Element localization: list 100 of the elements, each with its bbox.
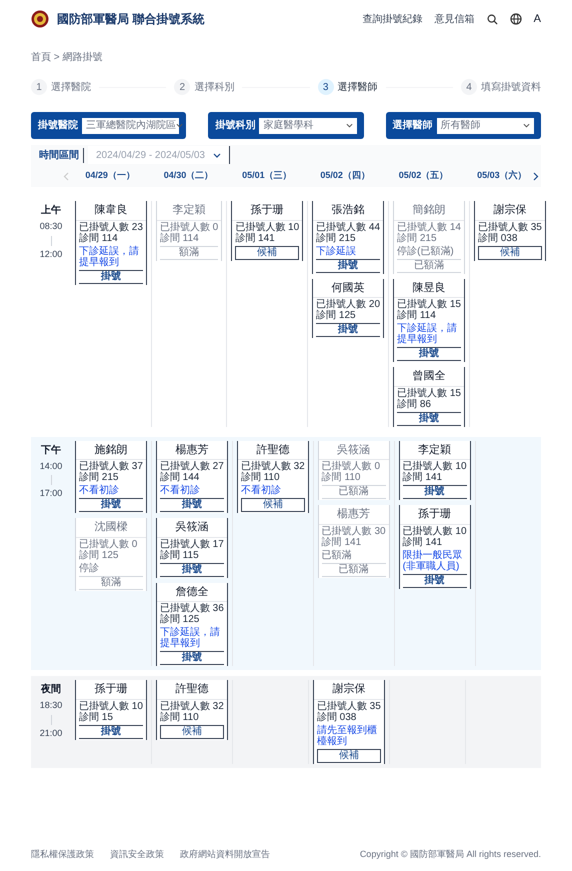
doctor-name: 許聖德 (175, 682, 208, 697)
emblem-logo-icon (31, 10, 49, 28)
doctor-name: 詹德全 (175, 584, 208, 600)
doctor-name: 李定穎 (172, 202, 206, 218)
doctor-name: 沈國樑 (94, 520, 128, 535)
room-number: 診間 125 (316, 310, 357, 321)
doctor-name: 謝宗保 (493, 202, 526, 218)
patient-count: 已掛號人數 10 (402, 461, 467, 472)
select-field[interactable]: 三軍總醫院內湖院區 (82, 118, 180, 134)
end-time: 12:00 (40, 248, 62, 260)
doctor-name: 陳韋良 (94, 202, 128, 218)
patient-count: 已掛號人數 10 (79, 700, 143, 712)
doctor-name: 楊惠芳 (175, 442, 208, 458)
filter-label: 掛號科別 (215, 118, 256, 133)
doctor-name: 簡銘朗 (412, 202, 446, 218)
search-icon[interactable] (486, 14, 498, 24)
register-button[interactable]: 掛號 (402, 574, 467, 588)
room-number: 診間 141 (402, 536, 444, 548)
room-number: 診間 125 (79, 550, 120, 560)
waitlist-button[interactable]: 候補 (478, 246, 542, 260)
room-number: 診間 215 (397, 232, 438, 244)
start-time: 14:00 (40, 460, 62, 472)
patient-count: 已掛號人數 20 (316, 299, 380, 310)
footer-link[interactable]: 隱私權保護政策 (31, 848, 94, 861)
register-button[interactable]: 掛號 (397, 347, 461, 361)
site-title: 國防部軍醫局 聯合掛號系統 (57, 11, 204, 28)
doctor-name: 謝宗保 (332, 682, 366, 697)
end-time: 17:00 (40, 487, 62, 500)
footer-link[interactable]: 資訊安全政策 (110, 848, 164, 861)
clinic-note: 已額滿 (322, 550, 353, 560)
date-range-label: 時間區間 (39, 148, 84, 162)
patient-count: 已掛號人數 32 (240, 461, 305, 472)
register-button[interactable]: 掛號 (160, 651, 224, 665)
select-field[interactable]: 家庭醫學科 (259, 118, 357, 134)
patient-count: 已掛號人數 23 (79, 222, 143, 232)
clinic-note: 停診 (79, 562, 100, 574)
doctor-name: 楊惠芳 (337, 506, 370, 522)
register-button[interactable]: 掛號 (160, 562, 224, 576)
room-number: 診間 114 (160, 232, 200, 244)
room-number: 診間 141 (402, 472, 444, 483)
clinic-note: 請先至報到櫃檯報到 (316, 724, 378, 746)
patient-count: 已掛號人數 35 (316, 700, 381, 712)
waitlist-button[interactable]: 候補 (160, 724, 224, 738)
nav-link[interactable]: 意見信箱 (434, 12, 475, 26)
room-number: 診間 110 (160, 712, 200, 722)
chevron-down-icon (346, 123, 353, 128)
room-number: 診間 114 (79, 232, 119, 244)
breadcrumb: 首頁 > 網路掛號 (31, 52, 102, 63)
patient-count: 已掛號人數 10 (402, 526, 467, 536)
waitlist-button[interactable]: 候補 (235, 246, 300, 260)
patient-count: 已掛號人數 10 (235, 222, 300, 232)
room-number: 診間 038 (316, 712, 358, 722)
patient-count: 已掛號人數 36 (160, 603, 224, 614)
date-column-header: 05/01（三） (242, 169, 292, 182)
clinic-note: 限掛一般民眾(非軍職人員) (402, 550, 464, 572)
register-button[interactable]: 掛號 (316, 323, 380, 337)
clinic-note: 不看初診 (240, 485, 282, 496)
start-time: 18:30 (40, 699, 62, 712)
globe-icon[interactable] (510, 13, 522, 25)
session-label: 夜間 (41, 682, 61, 697)
doctor-name: 吳筱涵 (175, 520, 208, 535)
step-item: 3 選擇醫師 (318, 79, 378, 95)
clinic-note: 下診延誤，請提早報到 (160, 627, 221, 649)
chevron-down-icon (176, 123, 183, 128)
clinic-note: 下診延誤 (316, 246, 358, 256)
date-column-header: 05/02（五） (398, 169, 448, 182)
doctor-name: 李定穎 (418, 442, 452, 458)
end-time: 21:00 (40, 726, 62, 740)
font-size-button[interactable]: A (534, 10, 541, 28)
filter-label: 選擇醫師 (392, 118, 433, 133)
register-button[interactable]: 掛號 (160, 498, 224, 512)
register-button[interactable]: 掛號 (316, 258, 380, 272)
clinic-note: 下診延誤，請提早報到 (79, 246, 140, 268)
select-field[interactable]: 所有醫師 (436, 118, 534, 134)
room-number: 診間 110 (240, 472, 281, 483)
filter-label: 掛號醫院 (38, 118, 78, 133)
footer-link[interactable]: 政府網站資料開放宣告 (180, 848, 270, 861)
patient-count: 已掛號人數 27 (160, 461, 224, 472)
room-number: 診間 141 (322, 536, 362, 548)
step-item: 1 選擇醫院 (31, 79, 91, 95)
register-button[interactable]: 掛號 (402, 485, 467, 499)
patient-count: 已掛號人數 0 (160, 222, 218, 232)
waitlist-button[interactable]: 候補 (240, 498, 305, 512)
clinic-note: 不看初診 (160, 485, 201, 496)
patient-count: 已掛號人數 15 (397, 388, 461, 398)
register-button[interactable]: 掛號 (397, 412, 461, 426)
register-button[interactable]: 掛號 (79, 270, 143, 284)
waitlist-button[interactable]: 候補 (316, 748, 381, 762)
room-number: 診間 038 (478, 232, 518, 244)
clinic-note: 停診(已額滿) (397, 246, 455, 256)
doctor-name: 陳昱良 (412, 280, 446, 296)
doctor-name: 許聖德 (256, 442, 290, 458)
patient-count: 已掛號人數 15 (397, 299, 461, 310)
register-button[interactable]: 掛號 (79, 498, 143, 512)
nav-link[interactable]: 查詢掛號紀錄 (362, 12, 423, 26)
doctor-name: 曾國全 (412, 369, 446, 384)
patient-count: 已掛號人數 17 (160, 538, 224, 550)
step-item: 2 選擇科別 (174, 79, 234, 95)
doctor-name: 吳筱涵 (337, 442, 370, 458)
register-button[interactable]: 掛號 (79, 724, 143, 738)
